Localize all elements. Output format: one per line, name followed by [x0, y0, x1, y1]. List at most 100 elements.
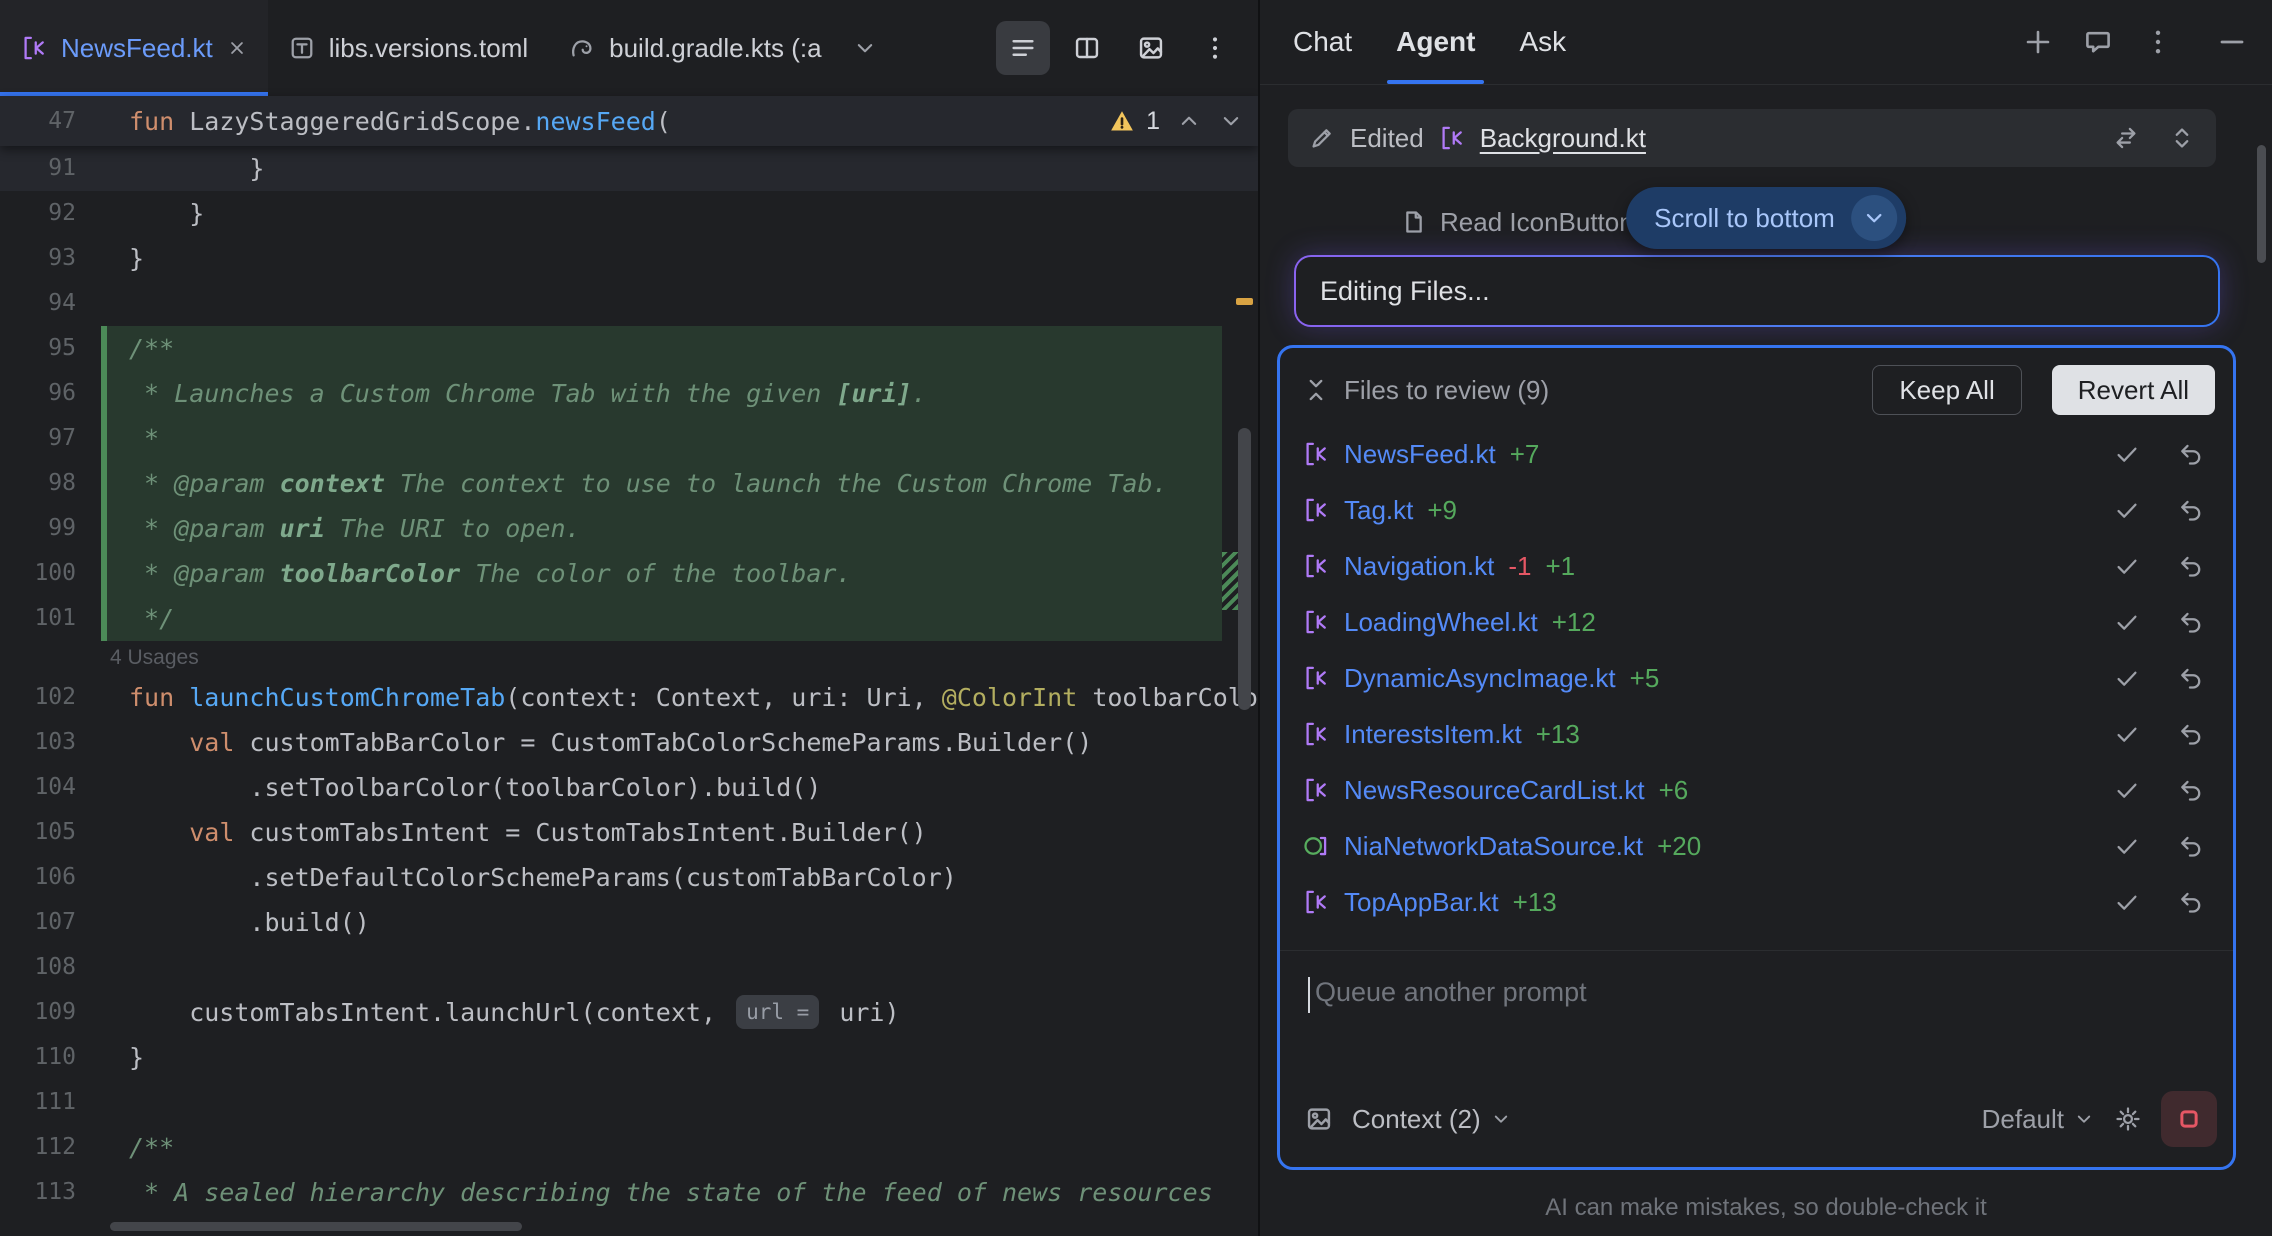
file-link[interactable]: TopAppBar.kt [1344, 887, 1499, 918]
revert-file-icon[interactable] [2177, 440, 2205, 468]
code-token: * Launches a Custom Chrome Tab with the … [129, 379, 836, 408]
hide-panel-icon[interactable] [2216, 26, 2248, 58]
context-selector[interactable]: Context (2) [1352, 1104, 1512, 1135]
files-review-list: NewsFeed.kt+7Tag.kt+9Navigation.kt-1+1Lo… [1280, 426, 2233, 930]
code-token: /** [129, 1133, 174, 1162]
code-text: } [96, 191, 1258, 236]
revert-file-icon[interactable] [2177, 720, 2205, 748]
editor-more-button[interactable] [1188, 21, 1242, 75]
line-number: 102 [0, 675, 96, 720]
close-icon[interactable] [226, 37, 248, 59]
line-number: 99 [0, 506, 96, 551]
chat-tab-ask[interactable]: Ask [1510, 0, 1575, 84]
screenshot-button[interactable] [1124, 21, 1178, 75]
tab-list-dropdown[interactable] [842, 0, 888, 96]
line-number: 98 [0, 461, 96, 506]
split-editor-button[interactable] [1060, 21, 1114, 75]
sticky-declaration-line[interactable]: 47 fun LazyStaggeredGridScope.newsFeed( … [0, 96, 1258, 146]
code-text: fun launchCustomChromeTab(context: Conte… [96, 675, 1258, 720]
revert-file-icon[interactable] [2177, 552, 2205, 580]
code-token: The color of the toolbar. [460, 559, 851, 588]
chat-scrollbar[interactable] [2257, 145, 2266, 263]
added-lines-badge: +5 [1630, 663, 1660, 694]
prompt-input[interactable]: Queue another prompt [1280, 951, 2233, 1077]
file-link[interactable]: DynamicAsyncImage.kt [1344, 663, 1616, 694]
revert-file-icon[interactable] [2177, 664, 2205, 692]
kotlin-interface-icon [1302, 832, 1330, 860]
file-review-row: TopAppBar.kt+13 [1280, 874, 2233, 930]
editor-tab[interactable]: build.gradle.kts (:a [548, 0, 841, 96]
chat-tab-chat[interactable]: Chat [1284, 0, 1361, 84]
attach-image-icon[interactable] [1304, 1104, 1334, 1134]
keep-file-icon[interactable] [2113, 888, 2141, 916]
keep-file-icon[interactable] [2113, 496, 2141, 524]
editor-tab[interactable]: libs.versions.toml [268, 0, 548, 96]
edited-file-link[interactable]: Background.kt [1480, 123, 1646, 154]
keep-all-button[interactable]: Keep All [1872, 365, 2021, 415]
code-token: launchCustomChromeTab [189, 683, 505, 712]
file-link[interactable]: NewsResourceCardList.kt [1344, 775, 1645, 806]
added-lines-badge: +7 [1510, 439, 1540, 470]
file-link[interactable]: InterestsItem.kt [1344, 719, 1522, 750]
stop-button[interactable] [2161, 1091, 2217, 1147]
file-link[interactable]: Navigation.kt [1344, 551, 1494, 582]
added-lines-badge: +9 [1427, 495, 1457, 526]
code-text: * [96, 416, 1258, 461]
editor-tab-label: NewsFeed.kt [61, 33, 213, 64]
scroll-to-bottom-button[interactable]: Scroll to bottom [1626, 187, 1906, 249]
keep-file-icon[interactable] [2113, 552, 2141, 580]
code-token: fun [129, 107, 189, 136]
diff-icon[interactable] [2112, 124, 2140, 152]
code-token: } [129, 199, 204, 228]
editor-tab-label: libs.versions.toml [329, 33, 528, 64]
editor-tab[interactable]: NewsFeed.kt [0, 0, 268, 96]
revert-file-icon[interactable] [2177, 608, 2205, 636]
keep-file-icon[interactable] [2113, 776, 2141, 804]
chat-more-icon[interactable] [2142, 26, 2174, 58]
revert-file-icon[interactable] [2177, 832, 2205, 860]
revert-file-icon[interactable] [2177, 496, 2205, 524]
revert-file-icon[interactable] [2177, 888, 2205, 916]
code-token: @ColorInt [942, 683, 1077, 712]
keep-file-icon[interactable] [2113, 440, 2141, 468]
chat-tab-agent[interactable]: Agent [1387, 0, 1484, 84]
editor-vertical-scrollbar[interactable] [1238, 428, 1251, 710]
list-view-button[interactable] [996, 21, 1050, 75]
keep-file-icon[interactable] [2113, 832, 2141, 860]
ide-window: NewsFeed.kt libs.versions.toml build.gradl… [0, 0, 2272, 1236]
context-label: Context (2) [1352, 1104, 1481, 1135]
pencil-icon [1308, 124, 1336, 152]
file-link[interactable]: NewsFeed.kt [1344, 439, 1496, 470]
code-editor[interactable]: 91 }92 }93}9495/**96 * Launches a Custom… [0, 146, 1258, 1236]
code-text: } [96, 146, 1258, 191]
revert-all-button[interactable]: Revert All [2052, 365, 2215, 415]
editor-horizontal-scrollbar[interactable] [110, 1222, 522, 1231]
file-link[interactable]: Tag.kt [1344, 495, 1413, 526]
code-line: 107 .build() [0, 900, 1258, 945]
code-text: /** [96, 1125, 1258, 1170]
code-token: ( [656, 107, 671, 136]
chevron-down-icon [2073, 1108, 2095, 1130]
file-link[interactable]: LoadingWheel.kt [1344, 607, 1538, 638]
keep-file-icon[interactable] [2113, 664, 2141, 692]
chevron-down-icon [1861, 205, 1887, 231]
gear-icon[interactable] [2113, 1104, 2143, 1134]
keep-file-icon[interactable] [2113, 720, 2141, 748]
new-chat-icon[interactable] [2022, 26, 2054, 58]
expand-icon[interactable] [2168, 124, 2196, 152]
collapse-icon[interactable] [1302, 376, 1330, 404]
line-number: 113 [0, 1170, 96, 1215]
edited-file-row[interactable]: Edited Background.kt [1288, 109, 2216, 167]
code-token: uri) [824, 998, 899, 1027]
file-link[interactable]: NiaNetworkDataSource.kt [1344, 831, 1643, 862]
read-file-row[interactable]: Read IconButton. [1400, 197, 1641, 247]
comments-icon[interactable] [2082, 26, 2114, 58]
keep-file-icon[interactable] [2113, 608, 2141, 636]
model-selector[interactable]: Default [1982, 1104, 2095, 1135]
files-review-title: Files to review (9) [1344, 375, 1549, 406]
file-review-row: LoadingWheel.kt+12 [1280, 594, 2233, 650]
code-text: .build() [96, 900, 1258, 945]
usages-inlay-hint[interactable]: 4 Usages [0, 641, 1258, 675]
line-number: 105 [0, 810, 96, 855]
revert-file-icon[interactable] [2177, 776, 2205, 804]
